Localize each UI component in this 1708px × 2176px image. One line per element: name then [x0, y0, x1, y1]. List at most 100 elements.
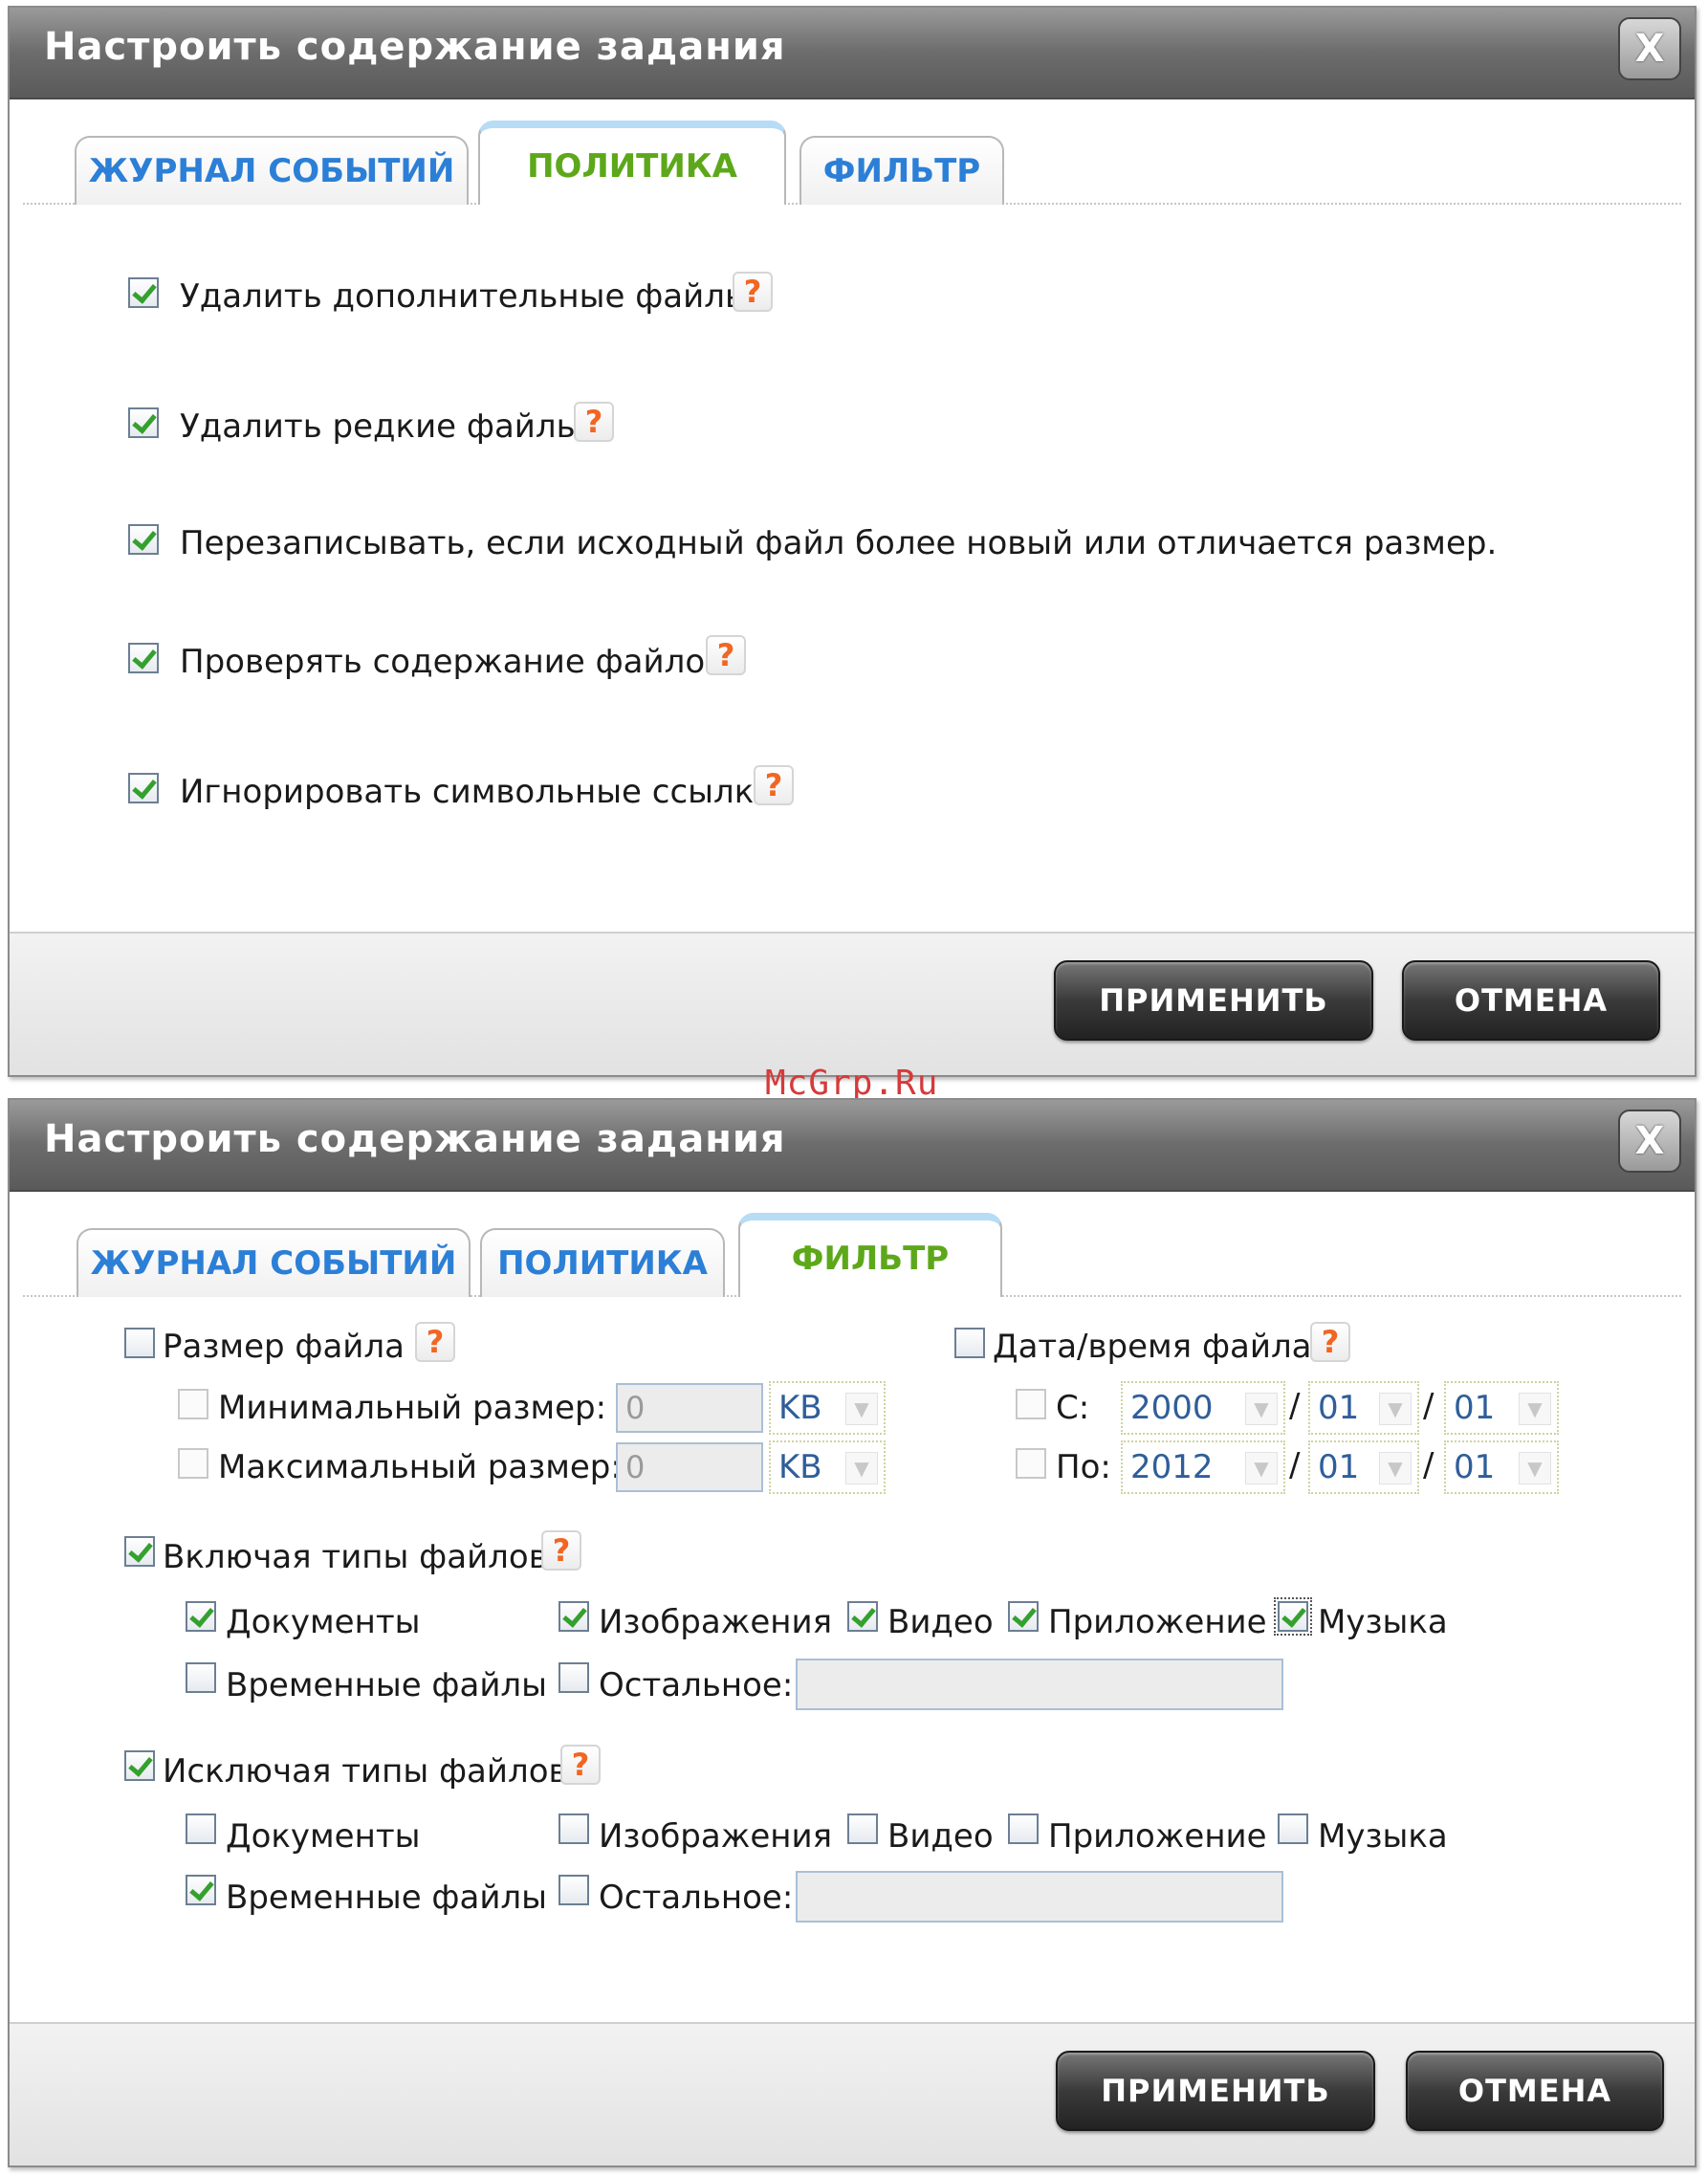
unit-value: KB — [778, 1389, 822, 1427]
date-separator: / — [1289, 1387, 1301, 1425]
tab-bar: ЖУРНАЛ СОБЫТИЙ ПОЛИТИКА ФИЛЬТР — [10, 1205, 1695, 1299]
exclude-app-checkbox[interactable] — [1008, 1813, 1039, 1844]
month-value: 01 — [1318, 1448, 1360, 1486]
exclude-images-label: Изображения — [599, 1817, 833, 1856]
exclude-other-input[interactable] — [796, 1871, 1283, 1923]
include-app-checkbox[interactable] — [1008, 1601, 1039, 1632]
include-video-checkbox[interactable] — [847, 1601, 878, 1632]
include-documents-label: Документы — [226, 1603, 421, 1641]
date-separator: / — [1423, 1446, 1434, 1484]
exclude-video-label: Видео — [887, 1817, 994, 1856]
chevron-down-icon: ▼ — [1519, 1452, 1551, 1484]
chevron-down-icon: ▼ — [1379, 1393, 1412, 1425]
tab-events[interactable]: ЖУРНАЛ СОБЫТИЙ — [77, 1228, 471, 1297]
max-size-input[interactable]: 0 — [616, 1442, 763, 1492]
close-icon: X — [1634, 1119, 1665, 1163]
to-month-select[interactable]: 01 ▼ — [1308, 1440, 1419, 1494]
min-size-checkbox[interactable] — [178, 1389, 208, 1419]
max-size-unit-select[interactable]: KB ▼ — [769, 1440, 886, 1494]
title-bar: Настроить содержание задания X — [10, 1100, 1695, 1192]
help-icon[interactable]: ? — [1310, 1322, 1350, 1362]
file-size-label: Размер файла — [163, 1328, 405, 1366]
help-icon[interactable]: ? — [733, 272, 773, 312]
to-day-select[interactable]: 01 ▼ — [1444, 1440, 1559, 1494]
exclude-types-checkbox[interactable] — [124, 1750, 155, 1781]
help-icon[interactable]: ? — [574, 402, 614, 442]
from-year-select[interactable]: 2000 ▼ — [1121, 1381, 1285, 1435]
max-size-checkbox[interactable] — [178, 1448, 208, 1479]
filter-dialog: Настроить содержание задания X ЖУРНАЛ СО… — [8, 1098, 1697, 2167]
dialog-title: Настроить содержание задания — [44, 25, 786, 69]
exclude-documents-checkbox[interactable] — [186, 1813, 216, 1844]
day-value: 01 — [1454, 1448, 1496, 1486]
exclude-music-label: Музыка — [1318, 1817, 1448, 1856]
cancel-button[interactable]: ОТМЕНА — [1402, 960, 1660, 1041]
policy-dialog: Настроить содержание задания X ЖУРНАЛ СО… — [8, 6, 1697, 1077]
close-button[interactable]: X — [1618, 1110, 1681, 1173]
file-date-checkbox[interactable] — [954, 1328, 985, 1358]
from-day-select[interactable]: 01 ▼ — [1444, 1381, 1559, 1435]
tab-bar: ЖУРНАЛ СОБЫТИЙ ПОЛИТИКА ФИЛЬТР — [10, 113, 1695, 207]
verify-checkbox[interactable] — [128, 643, 159, 673]
close-icon: X — [1634, 27, 1665, 71]
close-button[interactable]: X — [1618, 17, 1681, 80]
delete-extra-checkbox[interactable] — [128, 277, 159, 308]
help-icon[interactable]: ? — [706, 635, 746, 675]
apply-button[interactable]: ПРИМЕНИТЬ — [1056, 2051, 1375, 2131]
date-from-label: С: — [1056, 1389, 1090, 1427]
tab-policy[interactable]: ПОЛИТИКА — [480, 1228, 725, 1297]
include-temp-label: Временные файлы — [226, 1666, 547, 1704]
help-icon[interactable]: ? — [541, 1530, 581, 1571]
min-size-label: Минимальный размер: — [218, 1389, 607, 1427]
tab-policy[interactable]: ПОЛИТИКА — [478, 121, 786, 207]
dialog-footer: ПРИМЕНИТЬ ОТМЕНА — [10, 2022, 1695, 2165]
tab-filter[interactable]: ФИЛЬТР — [738, 1213, 1002, 1299]
include-other-checkbox[interactable] — [558, 1662, 589, 1693]
tab-events[interactable]: ЖУРНАЛ СОБЫТИЙ — [75, 136, 469, 205]
help-icon[interactable]: ? — [415, 1322, 455, 1362]
min-size-input[interactable]: 0 — [616, 1383, 763, 1433]
exclude-documents-label: Документы — [226, 1817, 421, 1856]
delete-sparse-checkbox[interactable] — [128, 407, 159, 438]
day-value: 01 — [1454, 1389, 1496, 1427]
include-types-checkbox[interactable] — [124, 1536, 155, 1567]
include-music-checkbox[interactable] — [1274, 1597, 1312, 1636]
exclude-temp-checkbox[interactable] — [186, 1875, 216, 1905]
ignore-symlinks-label: Игнорировать символьные ссылки — [180, 773, 776, 811]
include-temp-checkbox[interactable] — [186, 1662, 216, 1693]
apply-button[interactable]: ПРИМЕНИТЬ — [1054, 960, 1373, 1041]
chevron-down-icon: ▼ — [845, 1452, 878, 1484]
exclude-other-checkbox[interactable] — [558, 1875, 589, 1905]
unit-value: KB — [778, 1448, 822, 1486]
include-video-label: Видео — [887, 1603, 994, 1641]
file-size-checkbox[interactable] — [124, 1328, 155, 1358]
chevron-down-icon: ▼ — [1519, 1393, 1551, 1425]
cancel-button[interactable]: ОТМЕНА — [1406, 2051, 1664, 2131]
help-icon[interactable]: ? — [560, 1745, 601, 1785]
watermark: McGrp.Ru — [765, 1064, 939, 1103]
min-size-unit-select[interactable]: KB ▼ — [769, 1381, 886, 1435]
title-bar: Настроить содержание задания X — [10, 8, 1695, 99]
include-documents-checkbox[interactable] — [186, 1601, 216, 1632]
help-icon[interactable]: ? — [754, 765, 794, 805]
exclude-images-checkbox[interactable] — [558, 1813, 589, 1844]
include-other-input[interactable] — [796, 1659, 1283, 1710]
date-from-checkbox[interactable] — [1016, 1389, 1046, 1419]
year-value: 2000 — [1130, 1389, 1214, 1427]
file-date-label: Дата/время файла — [993, 1328, 1312, 1366]
from-month-select[interactable]: 01 ▼ — [1308, 1381, 1419, 1435]
delete-extra-label: Удалить дополнительные файлы — [180, 277, 751, 316]
date-to-checkbox[interactable] — [1016, 1448, 1046, 1479]
dialog-title: Настроить содержание задания — [44, 1117, 786, 1161]
include-images-label: Изображения — [599, 1603, 833, 1641]
exclude-music-checkbox[interactable] — [1278, 1813, 1308, 1844]
include-music-label: Музыка — [1318, 1603, 1448, 1641]
to-year-select[interactable]: 2012 ▼ — [1121, 1440, 1285, 1494]
chevron-down-icon: ▼ — [1245, 1452, 1278, 1484]
tab-filter[interactable]: ФИЛЬТР — [799, 136, 1004, 205]
exclude-video-checkbox[interactable] — [847, 1813, 878, 1844]
overwrite-checkbox[interactable] — [128, 524, 159, 555]
ignore-symlinks-checkbox[interactable] — [128, 773, 159, 803]
dialog-footer: ПРИМЕНИТЬ ОТМЕНА — [10, 932, 1695, 1075]
include-images-checkbox[interactable] — [558, 1601, 589, 1632]
